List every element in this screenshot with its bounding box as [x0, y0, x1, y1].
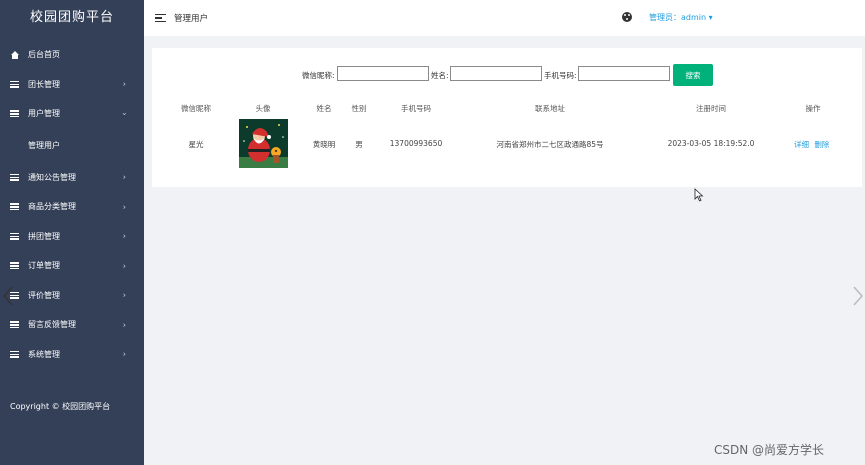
sidebar-subitem-manage-users[interactable]: 管理用户: [0, 128, 144, 163]
chevron-right-icon: ›: [122, 290, 126, 300]
column-header: 手机号码: [401, 104, 431, 113]
sidebar-item-label: 商品分类管理: [28, 202, 76, 212]
cell-address: 河南省郑州市二七区政通路85号: [496, 140, 604, 149]
list-icon: [10, 202, 19, 211]
column-header: 头像: [255, 104, 271, 113]
wechat-nickname-input[interactable]: [337, 66, 429, 81]
cell-registered-time: 2023-03-05 18:19:52.0: [667, 139, 755, 148]
sidebar-item-users[interactable]: 用户管理 ›: [0, 99, 144, 129]
chevron-left-icon[interactable]: [2, 286, 14, 306]
name-label: 姓名:: [431, 71, 449, 80]
user-list-panel: 微信昵称: 姓名: 手机号码: 搜索 微信昵称 头像 姓名 性别 手机号码 联系…: [152, 48, 862, 187]
sidebar-menu: 后台首页 团长管理 › 用户管理 › 管理用户 通知公告管理 › 商品分类管理 …: [0, 40, 144, 369]
chevron-right-icon[interactable]: [852, 286, 864, 306]
list-icon: [10, 109, 19, 118]
theme-palette-icon[interactable]: [622, 12, 632, 22]
phone-input[interactable]: [578, 66, 670, 81]
sidebar-item-label: 通知公告管理: [28, 172, 76, 182]
chevron-right-icon: ›: [122, 320, 126, 330]
menu-toggle-icon[interactable]: [155, 14, 166, 22]
column-header: 操作: [805, 104, 821, 113]
list-icon: [10, 320, 19, 329]
wechat-nickname-label: 微信昵称:: [302, 71, 335, 80]
top-header: 管理用户: [144, 0, 865, 36]
list-icon: [10, 173, 19, 182]
list-icon: [10, 261, 19, 270]
sidebar-item-system[interactable]: 系统管理 ›: [0, 340, 144, 370]
sidebar-item-home[interactable]: 后台首页: [0, 40, 144, 70]
list-icon: [10, 350, 19, 359]
brand-title: 校园团购平台: [29, 10, 114, 25]
sidebar-item-label: 评价管理: [28, 290, 60, 300]
sidebar: 校园团购平台 后台首页 团长管理 › 用户管理 › 管理用户 通知公告管理 › …: [0, 0, 144, 465]
column-header: 微信昵称: [181, 104, 211, 113]
chevron-down-icon: ›: [119, 112, 129, 116]
column-header: 姓名: [316, 104, 332, 113]
sidebar-item-leaders[interactable]: 团长管理 ›: [0, 70, 144, 100]
column-header: 性别: [351, 104, 367, 113]
mouse-cursor-icon: [694, 188, 704, 202]
sidebar-item-reviews[interactable]: 评价管理 ›: [0, 281, 144, 311]
sidebar-item-feedback[interactable]: 留言反馈管理 ›: [0, 310, 144, 340]
phone-label: 手机号码:: [544, 71, 577, 80]
chevron-right-icon: ›: [122, 79, 126, 89]
cell-phone: 13700993650: [389, 139, 443, 148]
list-icon: [10, 80, 19, 89]
sidebar-item-groupbuy[interactable]: 拼团管理 ›: [0, 222, 144, 252]
sidebar-item-label: 用户管理: [28, 109, 60, 119]
sidebar-item-categories[interactable]: 商品分类管理 ›: [0, 192, 144, 222]
sidebar-item-notices[interactable]: 通知公告管理 ›: [0, 163, 144, 193]
row-actions: 详细 删除: [794, 139, 829, 150]
cell-nickname: 星光: [188, 140, 204, 149]
sidebar-item-label: 团长管理: [28, 79, 60, 89]
sidebar-item-orders[interactable]: 订单管理 ›: [0, 251, 144, 281]
list-icon: [10, 232, 19, 241]
detail-link[interactable]: 详细: [794, 140, 809, 149]
sidebar-item-label: 后台首页: [28, 50, 60, 60]
chevron-right-icon: ›: [122, 202, 126, 212]
chevron-right-icon: ›: [122, 261, 126, 271]
sidebar-item-label: 留言反馈管理: [28, 320, 76, 330]
breadcrumb: 管理用户: [174, 14, 209, 24]
chevron-right-icon: ›: [122, 349, 126, 359]
name-input[interactable]: [450, 66, 542, 81]
admin-user-menu[interactable]: 管理员：admin ▾: [649, 12, 713, 23]
chevron-right-icon: ›: [122, 172, 126, 182]
sidebar-item-label: 订单管理: [28, 261, 60, 271]
cell-name: 黄晓明: [312, 140, 336, 149]
cell-gender: 男: [355, 140, 363, 149]
sidebar-item-label: 拼团管理: [28, 231, 60, 241]
sidebar-item-label: 系统管理: [28, 349, 60, 359]
column-header: 注册时间: [696, 104, 726, 113]
search-bar: 微信昵称: 姓名: 手机号码: 搜索: [152, 64, 862, 86]
home-icon: [10, 50, 19, 59]
watermark: CSDN @尚爱方学长: [714, 443, 825, 457]
copyright: Copyright © 校园团购平台: [10, 402, 111, 411]
chevron-right-icon: ›: [122, 231, 126, 241]
column-header: 联系地址: [535, 104, 565, 113]
search-button[interactable]: 搜索: [673, 64, 713, 86]
santa-avatar-image: [239, 119, 288, 168]
delete-link[interactable]: 删除: [814, 140, 829, 149]
avatar: [239, 119, 288, 168]
